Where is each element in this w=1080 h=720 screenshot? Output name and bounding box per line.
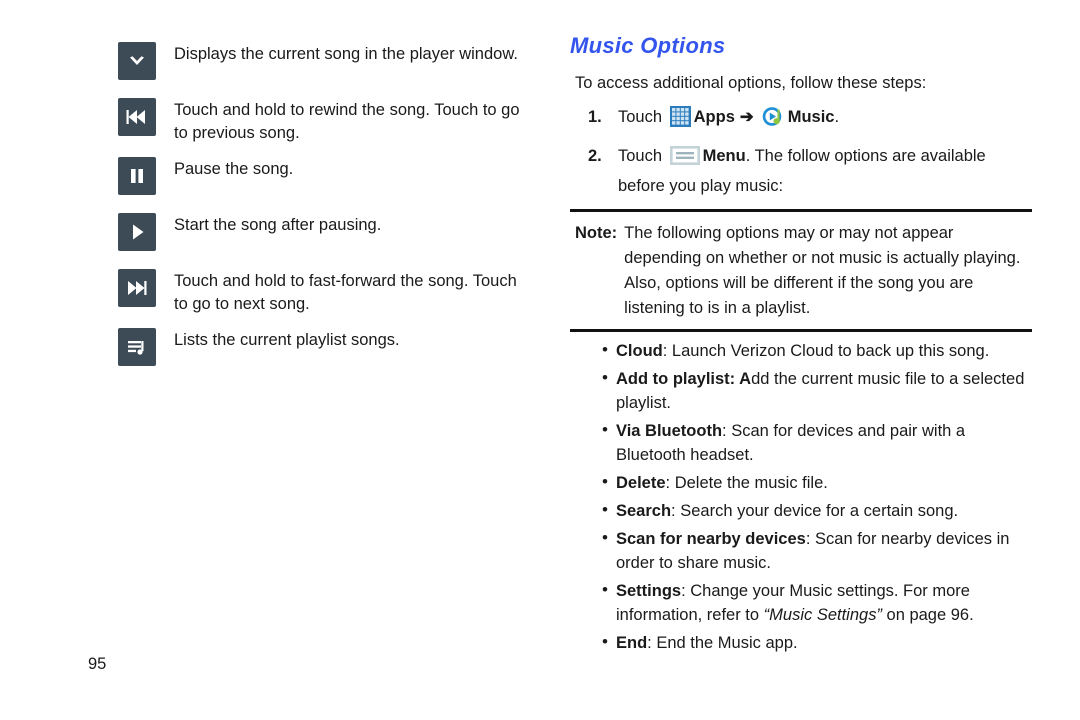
document-page: Displays the current song in the player … bbox=[0, 0, 1080, 720]
list-item: Touch and hold to fast-forward the song.… bbox=[118, 267, 538, 316]
step-2-body: Touch Menu. The follow options are avail… bbox=[618, 143, 1032, 199]
step-2-pre-text: Touch bbox=[618, 147, 667, 165]
fast-forward-icon bbox=[118, 269, 156, 307]
step-1-body: Touch Apps ➔ Music. bbox=[618, 104, 1032, 135]
list-item: Add to playlist: Add the current music f… bbox=[570, 366, 1032, 415]
list-item: Delete: Delete the music file. bbox=[570, 470, 1032, 495]
list-item: Pause the song. bbox=[118, 155, 538, 195]
option-term: Settings bbox=[616, 582, 682, 600]
list-item-label: Lists the current playlist songs. bbox=[174, 331, 400, 349]
list-item: End: End the Music app. bbox=[570, 630, 1032, 655]
page-title: Music Options bbox=[570, 33, 726, 58]
step-1: 1. Touch Apps ➔ Music. bbox=[570, 104, 1032, 135]
option-separator: : bbox=[805, 530, 816, 548]
list-item: Displays the current song in the player … bbox=[118, 40, 538, 80]
chevron-down-icon bbox=[118, 42, 156, 80]
intro-text: To access additional options, follow the… bbox=[575, 74, 927, 92]
list-item: Start the song after pausing. bbox=[118, 211, 538, 251]
music-app-icon bbox=[762, 106, 785, 135]
list-item: Scan for nearby devices: Scan for nearby… bbox=[570, 526, 1032, 575]
option-separator: : bbox=[662, 342, 672, 360]
note-rule-bottom bbox=[570, 329, 1032, 332]
option-term: Add to playlist: A bbox=[616, 370, 752, 388]
list-item: Settings: Change your Music settings. Fo… bbox=[570, 578, 1032, 627]
list-item: Lists the current playlist songs. bbox=[118, 326, 538, 366]
list-item-label: Touch and hold to fast-forward the song.… bbox=[174, 272, 517, 313]
note-label: Note: bbox=[575, 224, 618, 242]
step-2-number: 2. bbox=[588, 147, 602, 165]
option-term: Scan for nearby devices bbox=[616, 530, 806, 548]
step-1-arrow: ➔ bbox=[739, 108, 754, 126]
step-1-post-text: . bbox=[834, 108, 840, 126]
step-2: 2. Touch Menu. The follow options are av… bbox=[570, 143, 1032, 199]
option-desc-reference: “Music Settings” bbox=[763, 606, 882, 624]
option-desc: Search your device for a certain song. bbox=[680, 502, 959, 520]
apps-grid-icon bbox=[669, 106, 691, 135]
playlist-icon bbox=[118, 328, 156, 366]
option-separator: : bbox=[681, 582, 691, 600]
step-1-number: 1. bbox=[588, 108, 602, 126]
music-options-section: Music Options To access additional optio… bbox=[570, 33, 1032, 659]
option-term: End bbox=[616, 634, 648, 652]
options-list: Cloud: Launch Verizon Cloud to back up t… bbox=[570, 338, 1032, 655]
option-separator: : bbox=[647, 634, 657, 652]
option-separator: : bbox=[665, 474, 675, 492]
step-1-label-music: Music bbox=[787, 108, 835, 126]
option-separator: : bbox=[722, 422, 732, 440]
list-item: Cloud: Launch Verizon Cloud to back up t… bbox=[570, 338, 1032, 363]
list-item-label: Start the song after pausing. bbox=[174, 216, 382, 234]
page-number: 95 bbox=[88, 655, 107, 673]
option-desc: End the Music app. bbox=[656, 634, 798, 652]
step-1-pre-text: Touch bbox=[618, 108, 667, 126]
list-item: Touch and hold to rewind the song. Touch… bbox=[118, 96, 538, 145]
step-2-label-menu: Menu bbox=[702, 147, 746, 165]
option-desc: Launch Verizon Cloud to back up this son… bbox=[671, 342, 990, 360]
list-item-label: Pause the song. bbox=[174, 160, 294, 178]
note-block: Note: The following options may or may n… bbox=[570, 212, 1032, 327]
option-desc: Delete the music file. bbox=[674, 474, 828, 492]
list-item: Search: Search your device for a certain… bbox=[570, 498, 1032, 523]
option-term: Via Bluetooth bbox=[616, 422, 723, 440]
option-term: Delete bbox=[616, 474, 666, 492]
menu-icon bbox=[669, 146, 700, 173]
option-term: Cloud bbox=[616, 342, 663, 360]
option-desc-post: on page 96. bbox=[881, 606, 974, 624]
rewind-icon bbox=[118, 98, 156, 136]
list-item-label: Touch and hold to rewind the song. Touch… bbox=[174, 101, 520, 142]
pause-icon bbox=[118, 157, 156, 195]
note-body: The following options may or may not app… bbox=[624, 224, 1021, 317]
option-separator: : bbox=[671, 502, 681, 520]
step-1-label-apps: Apps bbox=[693, 108, 735, 126]
player-controls-list: Displays the current song in the player … bbox=[118, 40, 538, 376]
list-item: Via Bluetooth: Scan for devices and pair… bbox=[570, 418, 1032, 467]
play-icon bbox=[118, 213, 156, 251]
option-term: Search bbox=[616, 502, 672, 520]
list-item-label: Displays the current song in the player … bbox=[174, 45, 518, 63]
